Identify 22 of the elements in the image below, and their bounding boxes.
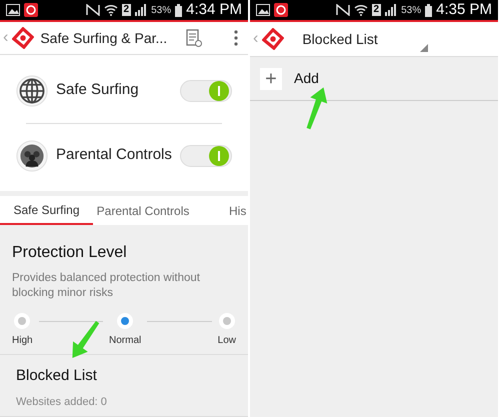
clock: 4:35 PM — [436, 0, 492, 20]
tab[interactable]: Parental Controls — [93, 196, 193, 225]
screen-title: Safe Surfing & Par... — [40, 28, 168, 48]
radio-label: High — [12, 334, 33, 348]
tab[interactable]: Safe Surfing — [0, 196, 93, 225]
sim-badge: 2 — [372, 4, 382, 16]
add-icon[interactable]: + — [260, 68, 282, 90]
list-title: Blocked List — [16, 366, 98, 386]
switch-label: Parental Controls — [56, 145, 172, 166]
tab[interactable]: His — [193, 196, 246, 225]
add-label[interactable]: Add — [294, 68, 319, 89]
radio-label: Normal — [109, 334, 142, 348]
list-subtitle: Websites added: 0 — [16, 394, 108, 410]
battery-percent: 53% — [151, 4, 172, 18]
clock: 4:34 PM — [186, 0, 242, 20]
screen-title: Blocked List — [302, 30, 378, 48]
switch-label: Safe Surfing — [56, 80, 140, 100]
sim-badge: 2 — [122, 4, 132, 16]
section-title: Protection Level — [12, 243, 128, 263]
radio-label: Low — [218, 334, 236, 348]
battery-percent: 53% — [401, 4, 422, 18]
description: Provides balanced protection without blocking minor risks — [12, 271, 201, 301]
